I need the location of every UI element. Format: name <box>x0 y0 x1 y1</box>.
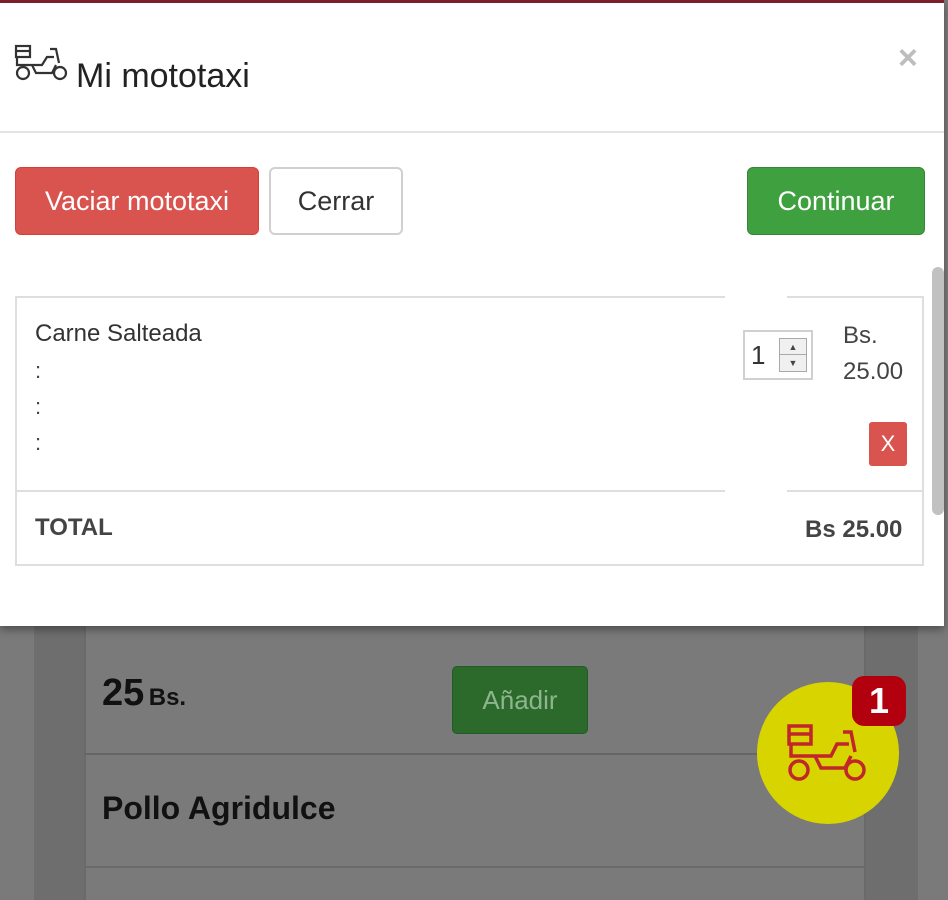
continue-button[interactable]: Continuar <box>747 167 925 235</box>
modal-title: Mi mototaxi <box>76 57 250 95</box>
cart-count-badge: 1 <box>852 676 906 726</box>
row-divider <box>17 490 725 492</box>
quantity-value: 1 <box>751 340 766 370</box>
remove-item-button[interactable]: X <box>869 422 907 466</box>
background-divider <box>84 866 866 868</box>
cart-items-table: Carne Salteada : : : 1 ▲ ▼ Bs. 25.00 X T… <box>15 296 924 566</box>
row-divider <box>787 490 924 492</box>
background-price-currency: Bs. <box>148 684 187 711</box>
cart-modal: Mi mototaxi × Vaciar mototaxi Cerrar Con… <box>0 0 944 626</box>
cart-item-detail: : <box>35 358 42 383</box>
background-divider <box>84 753 866 755</box>
cart-item-price: 25.00 <box>843 358 904 385</box>
close-button[interactable]: Cerrar <box>269 167 403 235</box>
spinner-up-icon[interactable]: ▲ <box>780 339 806 355</box>
background-dish-name: Pollo Agridulce <box>102 790 336 826</box>
cart-item-currency: Bs. <box>843 322 878 349</box>
cart-item-name: Carne Salteada <box>35 320 202 347</box>
cart-item-detail: : <box>35 430 42 455</box>
modal-scrollbar[interactable] <box>932 267 944 515</box>
total-label: TOTAL <box>35 514 113 541</box>
modal-header: Mi mototaxi × <box>0 3 944 133</box>
background-price-number: 25 <box>102 672 145 714</box>
scooter-delivery-icon <box>787 724 866 781</box>
cart-item-detail: : <box>35 394 42 419</box>
background-column-left <box>34 620 84 900</box>
close-icon[interactable]: × <box>898 39 918 78</box>
table-border-gap <box>725 296 787 298</box>
background-dish-price: 25 Bs. <box>102 672 186 715</box>
scooter-delivery-icon <box>14 44 68 81</box>
spinner-down-icon[interactable]: ▼ <box>780 355 806 371</box>
empty-cart-button[interactable]: Vaciar mototaxi <box>15 167 259 235</box>
total-value: Bs 25.00 <box>805 516 903 543</box>
background-menu-card <box>84 620 866 900</box>
background-add-button: Añadir <box>452 666 588 734</box>
quantity-stepper[interactable]: 1 ▲ ▼ <box>743 330 813 380</box>
quantity-spinner[interactable]: ▲ ▼ <box>779 338 807 372</box>
